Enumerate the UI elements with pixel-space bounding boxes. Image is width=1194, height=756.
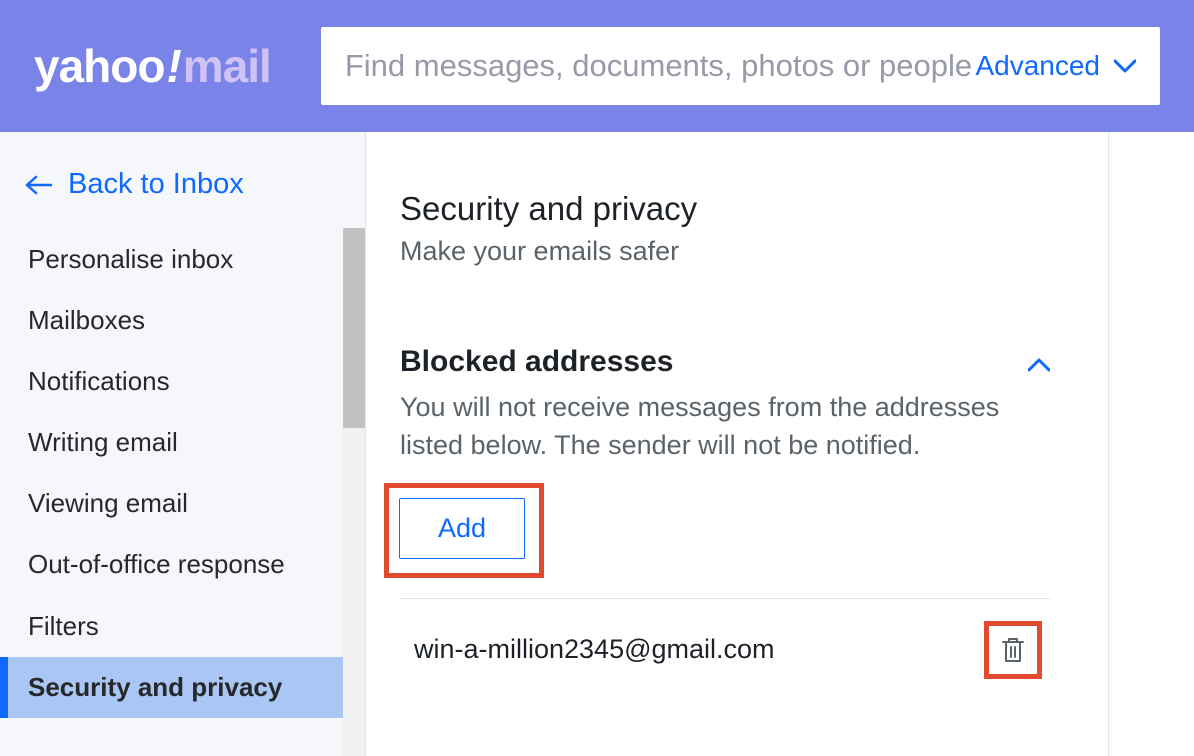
- delete-blocked-button[interactable]: [995, 632, 1031, 668]
- blocked-email: win-a-million2345@gmail.com: [414, 634, 775, 665]
- sidebar-item-personalise[interactable]: Personalise inbox: [0, 229, 365, 290]
- page-subtitle: Make your emails safer: [400, 236, 1160, 267]
- sidebar-nav-list: Personalise inbox Mailboxes Notification…: [0, 229, 365, 718]
- back-to-inbox-link[interactable]: Back to Inbox: [0, 168, 365, 229]
- blocked-row: win-a-million2345@gmail.com: [400, 599, 1050, 701]
- chevron-up-icon: [1028, 358, 1050, 372]
- back-label: Back to Inbox: [68, 168, 244, 201]
- scrollbar-thumb[interactable]: [343, 228, 365, 428]
- settings-sidebar: Back to Inbox Personalise inbox Mailboxe…: [0, 132, 365, 756]
- blocked-description: You will not receive messages from the a…: [400, 389, 1160, 465]
- logo-mail-text: mail: [183, 39, 271, 93]
- arrow-left-icon: [24, 175, 52, 195]
- sidebar-item-writing[interactable]: Writing email: [0, 412, 365, 473]
- chevron-down-icon: [1114, 59, 1136, 73]
- main-panel: Security and privacy Make your emails sa…: [365, 132, 1194, 756]
- logo-exclamation: !: [166, 39, 180, 93]
- sidebar-item-mailboxes[interactable]: Mailboxes: [0, 290, 365, 351]
- sidebar-scrollbar[interactable]: [343, 228, 365, 756]
- blocked-heading: Blocked addresses: [400, 345, 673, 379]
- content-area: Back to Inbox Personalise inbox Mailboxe…: [0, 132, 1194, 756]
- page-title: Security and privacy: [400, 190, 1160, 228]
- yahoo-mail-logo: yahoo!mail: [34, 39, 271, 93]
- panel-divider: [1108, 132, 1109, 756]
- search-bar: Advanced: [321, 27, 1160, 105]
- sidebar-item-notifications[interactable]: Notifications: [0, 351, 365, 412]
- collapse-toggle[interactable]: [1028, 358, 1050, 377]
- sidebar-item-outofoffice[interactable]: Out-of-office response: [0, 534, 365, 595]
- add-blocked-button[interactable]: Add: [399, 498, 525, 559]
- advanced-label: Advanced: [975, 50, 1100, 82]
- delete-button-highlight: [984, 621, 1042, 679]
- blocked-section-header: Blocked addresses: [400, 345, 1160, 389]
- sidebar-item-viewing[interactable]: Viewing email: [0, 473, 365, 534]
- blocked-list: win-a-million2345@gmail.com: [400, 598, 1050, 701]
- sidebar-item-security[interactable]: Security and privacy: [0, 657, 365, 718]
- trash-icon: [1000, 636, 1026, 664]
- search-input[interactable]: [345, 48, 976, 84]
- advanced-search-link[interactable]: Advanced: [975, 50, 1136, 82]
- logo-yahoo-text: yahoo: [34, 39, 164, 93]
- sidebar-item-filters[interactable]: Filters: [0, 596, 365, 657]
- app-header: yahoo!mail Advanced: [0, 0, 1194, 132]
- add-button-highlight: Add: [384, 483, 544, 578]
